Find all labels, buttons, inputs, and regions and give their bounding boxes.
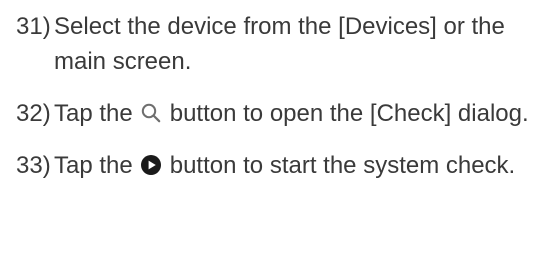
step-31: 31) Select the device from the [Devices]… xyxy=(16,9,546,79)
step-text: Tap the button to start the system check. xyxy=(54,148,546,183)
step-text: Select the device from the [Devices] or … xyxy=(54,13,505,75)
step-text-before: Tap the xyxy=(54,100,133,127)
step-number: 33) xyxy=(16,152,51,179)
step-number: 32) xyxy=(16,100,51,127)
step-32: 32) Tap the button to open the [Check] di… xyxy=(16,96,546,131)
step-text-after: button to start the system check. xyxy=(169,152,516,179)
step-text-after: button to open the [Check] dialog. xyxy=(169,100,529,127)
search-icon xyxy=(140,102,162,124)
play-circle-icon xyxy=(140,154,162,176)
step-text: Tap the button to open the [Check] dialog… xyxy=(54,96,546,131)
step-text-before: Tap the xyxy=(54,152,133,179)
instruction-steps: 31) Select the device from the [Devices]… xyxy=(16,9,546,200)
step-number: 31) xyxy=(16,13,51,40)
step-33: 33) Tap the button to start the system ch… xyxy=(16,148,546,183)
